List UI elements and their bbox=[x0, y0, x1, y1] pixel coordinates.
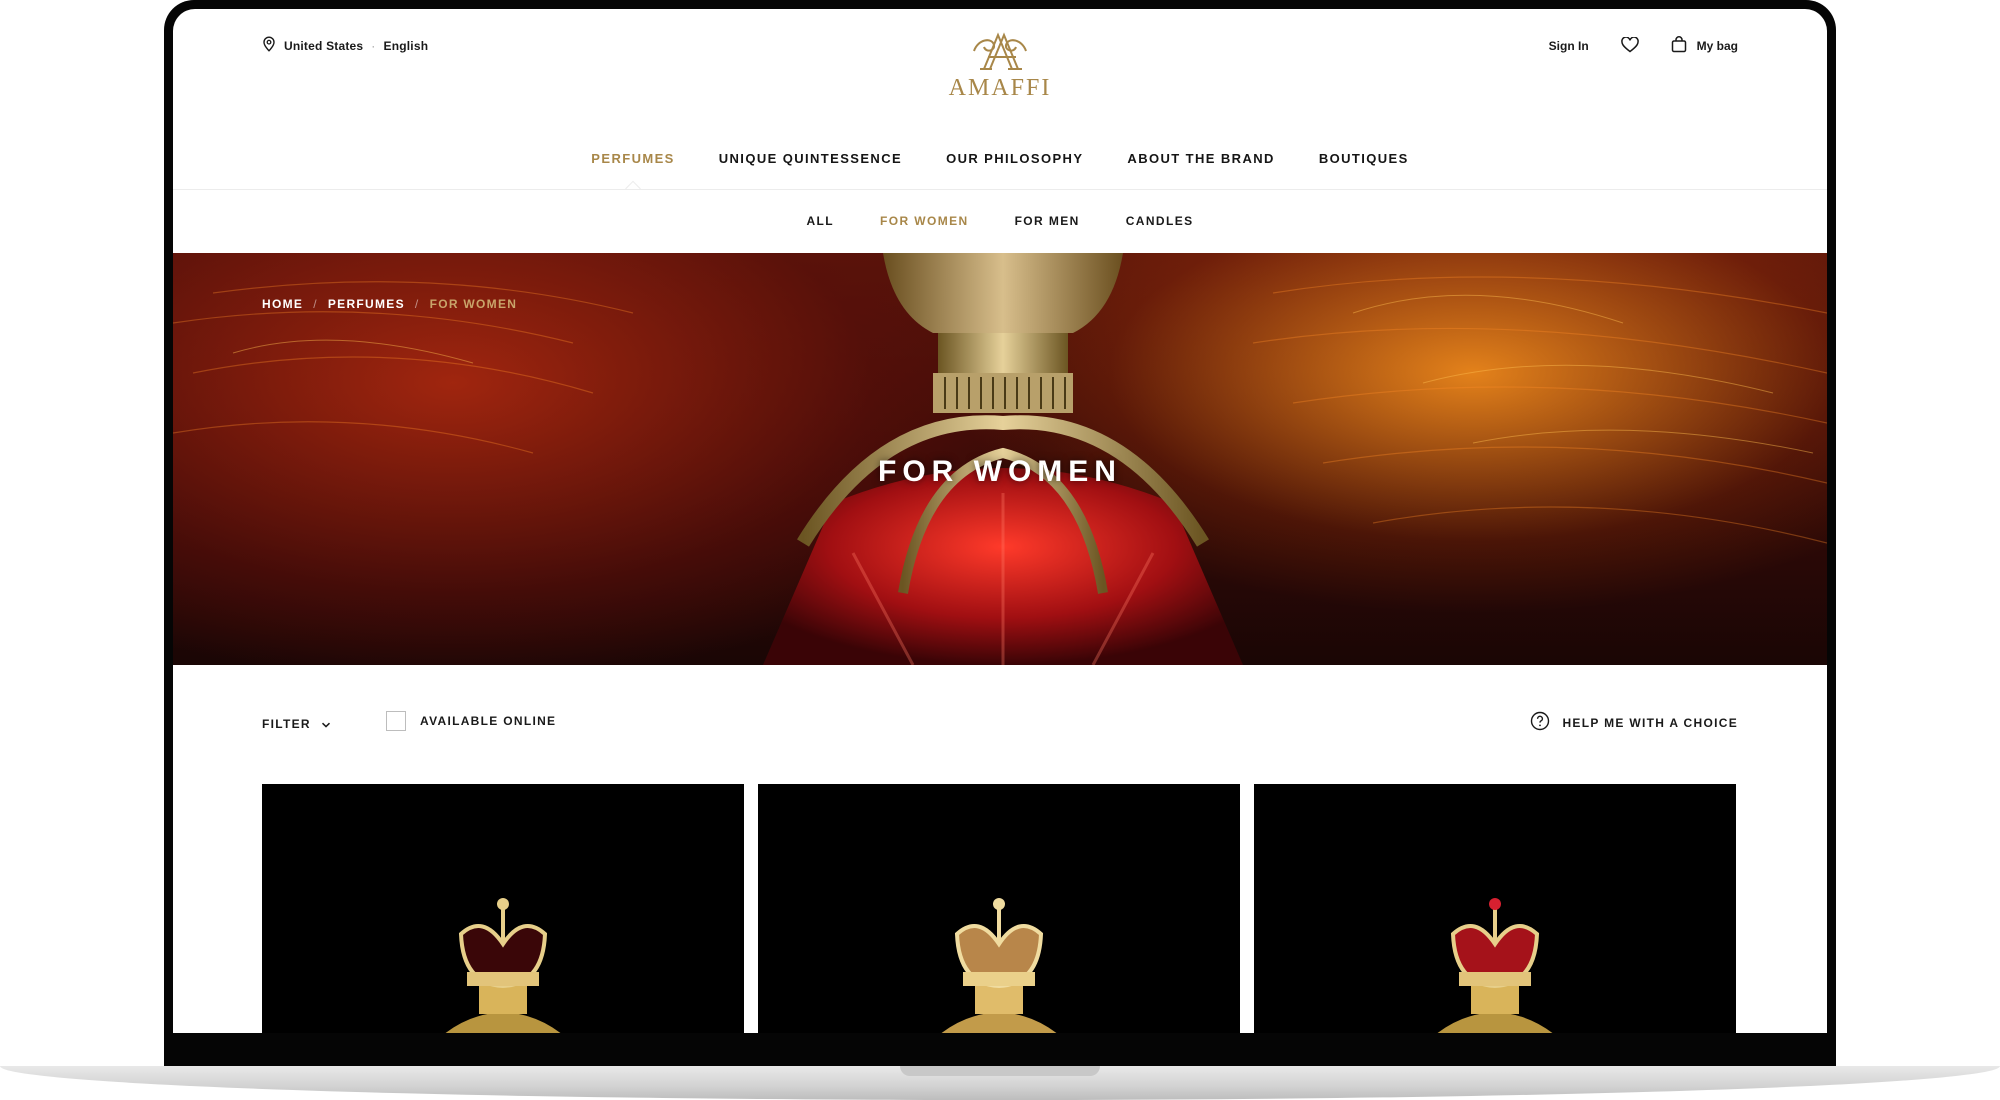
brand-logo[interactable]: AMAFFI bbox=[940, 29, 1060, 102]
laptop-notch bbox=[900, 1066, 1100, 1076]
breadcrumb: HOME / PERFUMES / FOR WOMEN bbox=[262, 297, 517, 311]
language-label[interactable]: English bbox=[384, 39, 429, 53]
chevron-down-icon bbox=[321, 717, 331, 731]
breadcrumb-separator: / bbox=[313, 297, 318, 311]
bag-label: My bag bbox=[1696, 39, 1738, 53]
page-title: FOR WOMEN bbox=[878, 455, 1122, 489]
location-pin-icon bbox=[262, 36, 276, 55]
subnav-item-for-men[interactable]: FOR MEN bbox=[1015, 214, 1080, 228]
nav-item-perfumes[interactable]: PERFUMES bbox=[591, 149, 674, 189]
site-header: United States · English AMAFFI Sign In M… bbox=[173, 9, 1827, 139]
hero-banner: HOME / PERFUMES / FOR WOMEN FOR WOMEN bbox=[173, 253, 1827, 665]
help-me-choose-label: HELP ME WITH A CHOICE bbox=[1562, 715, 1738, 730]
subnav-item-for-women[interactable]: FOR WOMEN bbox=[880, 214, 969, 228]
product-card[interactable] bbox=[262, 784, 744, 1033]
nav-item-our-philosophy[interactable]: OUR PHILOSOPHY bbox=[946, 149, 1083, 189]
category-subnav: ALL FOR WOMEN FOR MEN CANDLES bbox=[173, 214, 1827, 228]
nav-item-boutiques[interactable]: BOUTIQUES bbox=[1319, 149, 1409, 189]
nav-divider bbox=[173, 189, 1827, 190]
breadcrumb-separator: / bbox=[414, 297, 420, 311]
breadcrumb-home[interactable]: HOME bbox=[262, 297, 303, 311]
locale-selector[interactable]: United States · English bbox=[262, 36, 428, 55]
crown-bottle-image bbox=[941, 898, 1057, 1033]
subnav-item-candles[interactable]: CANDLES bbox=[1126, 214, 1194, 228]
filter-dropdown[interactable]: FILTER bbox=[262, 717, 331, 731]
product-card[interactable] bbox=[1254, 784, 1736, 1033]
main-navigation: PERFUMES UNIQUE QUINTESSENCE OUR PHILOSO… bbox=[173, 149, 1827, 189]
sign-in-link[interactable]: Sign In bbox=[1549, 39, 1589, 53]
help-me-choose-button[interactable]: HELP ME WITH A CHOICE bbox=[1530, 711, 1738, 734]
breadcrumb-current: FOR WOMEN bbox=[429, 297, 518, 311]
breadcrumb-perfumes[interactable]: PERFUMES bbox=[328, 297, 405, 311]
locale-separator: · bbox=[371, 38, 376, 53]
available-online-toggle[interactable]: AVAILABLE ONLINE bbox=[386, 711, 556, 731]
listing-toolbar: FILTER AVAILABLE ONLINE HELP ME WITH A C… bbox=[173, 709, 1827, 739]
crown-bottle-image bbox=[1437, 898, 1553, 1033]
bag-button[interactable]: My bag bbox=[1671, 36, 1738, 56]
laptop-bezel bbox=[164, 1033, 1836, 1066]
country-label[interactable]: United States bbox=[284, 39, 363, 53]
logo-wordmark: AMAFFI bbox=[948, 75, 1052, 101]
shopping-bag-icon bbox=[1671, 36, 1687, 56]
nav-item-unique-quintessence[interactable]: UNIQUE QUINTESSENCE bbox=[719, 149, 902, 189]
account-links: Sign In My bag bbox=[1549, 35, 1738, 56]
product-card[interactable] bbox=[758, 784, 1240, 1033]
available-online-label: AVAILABLE ONLINE bbox=[420, 714, 557, 728]
crown-bottle-image bbox=[445, 898, 561, 1033]
logo-monogram-icon bbox=[973, 32, 1027, 70]
heart-icon[interactable] bbox=[1620, 35, 1639, 56]
nav-item-about-the-brand[interactable]: ABOUT THE BRAND bbox=[1127, 149, 1274, 189]
available-online-checkbox[interactable] bbox=[386, 711, 406, 731]
browser-screen: United States · English AMAFFI Sign In M… bbox=[173, 9, 1827, 1033]
subnav-item-all[interactable]: ALL bbox=[806, 214, 834, 228]
question-circle-icon bbox=[1530, 711, 1550, 734]
filter-label: FILTER bbox=[262, 717, 311, 731]
product-grid bbox=[262, 784, 1736, 1033]
